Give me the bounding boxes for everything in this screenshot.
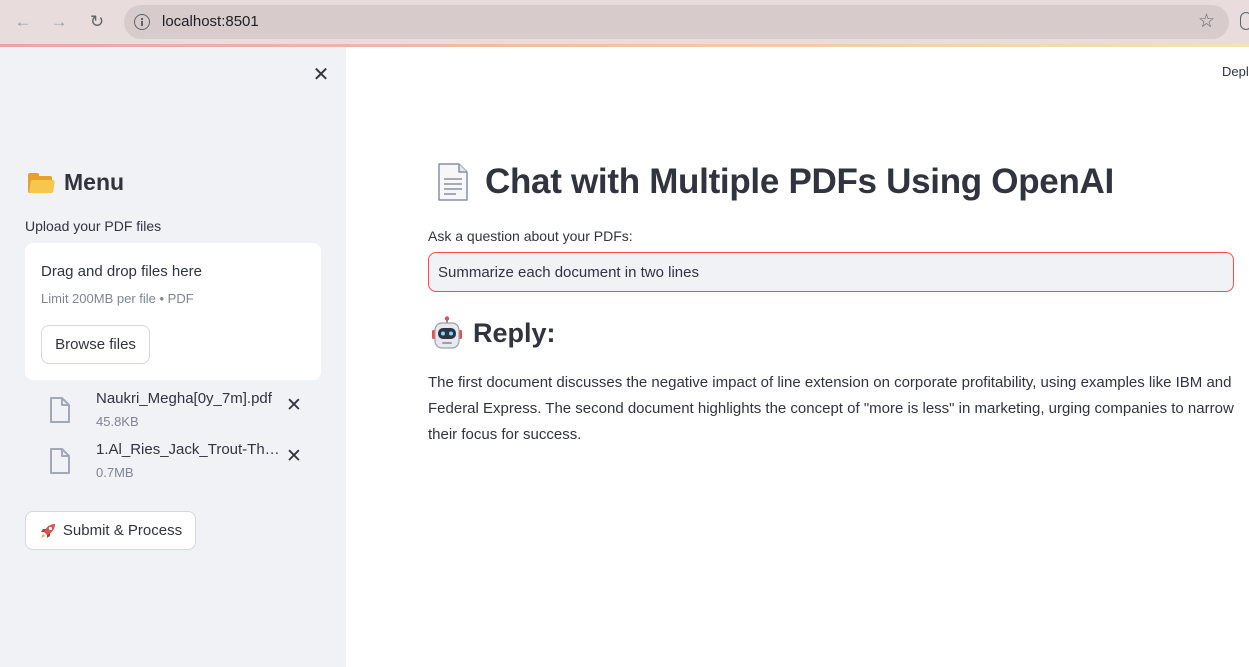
rocket-icon (40, 523, 55, 538)
browse-files-button[interactable]: Browse files (41, 325, 150, 364)
file-icon (50, 397, 70, 423)
question-label: Ask a question about your PDFs: (428, 228, 633, 244)
reply-heading-row: Reply: (431, 316, 556, 350)
address-bar[interactable]: localhost:8501 ☆ (124, 5, 1229, 39)
file-dropzone[interactable]: Drag and drop files here Limit 200MB per… (25, 243, 321, 380)
url-text[interactable]: localhost:8501 (162, 13, 259, 30)
dropzone-limit: Limit 200MB per file • PDF (41, 291, 194, 306)
remove-file-icon[interactable]: ✕ (284, 395, 304, 416)
close-sidebar-icon[interactable]: ✕ (310, 63, 332, 86)
dropzone-title: Drag and drop files here (41, 263, 202, 280)
bookmark-star-icon[interactable]: ☆ (1198, 10, 1215, 33)
sidebar-menu-heading: Menu (28, 169, 124, 196)
folder-icon (28, 172, 55, 193)
page-title-row: Chat with Multiple PDFs Using OpenAI (436, 162, 1114, 202)
reload-icon[interactable]: ↻ (85, 10, 109, 34)
upload-label: Upload your PDF files (25, 218, 162, 234)
page-title: Chat with Multiple PDFs Using OpenAI (485, 162, 1114, 201)
site-info-icon[interactable] (134, 14, 150, 30)
extension-icon[interactable] (1240, 12, 1249, 30)
file-name: 1.Al_Ries_Jack_Trout-Th… (96, 441, 280, 458)
menu-title-text: Menu (64, 169, 125, 195)
deploy-button[interactable]: Depl (1222, 64, 1249, 79)
file-size: 45.8KB (96, 414, 139, 429)
uploaded-file-item: Naukri_Megha[0y_7m].pdf 45.8KB ✕ (48, 390, 318, 430)
file-icon (50, 448, 70, 474)
file-name: Naukri_Megha[0y_7m].pdf (96, 390, 272, 407)
submit-process-button[interactable]: Submit & Process (25, 511, 196, 550)
question-input[interactable] (428, 252, 1234, 292)
back-arrow-icon[interactable]: ← (11, 10, 35, 34)
robot-icon (432, 316, 462, 349)
file-size: 0.7MB (96, 465, 134, 480)
document-icon (438, 163, 468, 201)
reply-text: The first document discusses the negativ… (428, 374, 1234, 443)
forward-arrow-icon[interactable]: → (47, 10, 71, 34)
reply-title: Reply: (473, 317, 556, 348)
remove-file-icon[interactable]: ✕ (284, 446, 304, 467)
submit-label: Submit & Process (62, 522, 183, 539)
sidebar: ✕ Menu Upload your PDF files Drag and dr… (0, 47, 346, 667)
uploaded-file-item: 1.Al_Ries_Jack_Trout-Th… 0.7MB ✕ (48, 441, 318, 481)
browser-toolbar: ← → ↻ localhost:8501 ☆ (0, 0, 1249, 45)
